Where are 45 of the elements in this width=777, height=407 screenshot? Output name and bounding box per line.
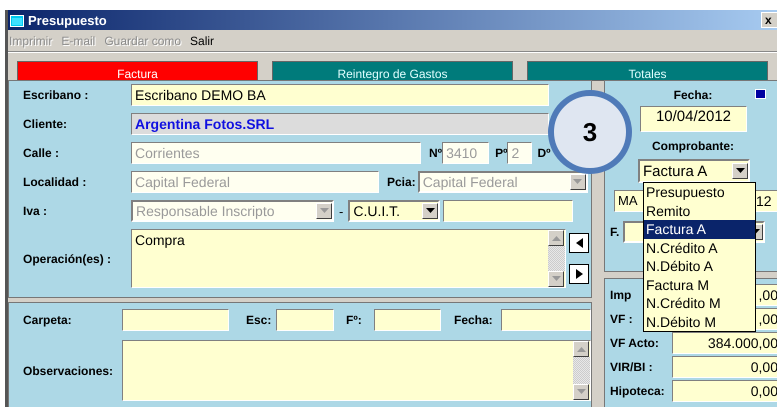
dropdown-option[interactable]: Factura M xyxy=(644,276,755,294)
field-label: Carpeta: xyxy=(23,313,73,327)
close-button[interactable]: x xyxy=(761,12,777,28)
field-label: Fecha: xyxy=(672,88,714,102)
dropdown[interactable]: Factura A xyxy=(638,159,750,183)
field-label: Calle : xyxy=(23,146,60,160)
field-label: Observaciones: xyxy=(23,364,114,378)
field-label: Escribano : xyxy=(23,88,90,102)
field-label: Operación(es) : xyxy=(23,252,112,266)
amount-field[interactable]: 384.000,00 xyxy=(672,332,777,354)
separator-text: - xyxy=(339,204,344,218)
field-label: Hipoteca: xyxy=(610,384,666,398)
tab[interactable]: Totales xyxy=(527,61,768,81)
dropdown-option[interactable]: N.Débito M xyxy=(644,312,755,331)
field-label: Dº xyxy=(537,146,551,160)
dropdown[interactable]: C.U.I.T. xyxy=(348,200,440,222)
field-label: VF Acto: xyxy=(610,336,660,350)
date-field[interactable]: 10/04/2012 xyxy=(640,106,747,132)
menu-item[interactable]: Salir xyxy=(190,34,214,48)
dropdown-option[interactable]: Remito xyxy=(644,202,755,220)
field-label: Iva : xyxy=(23,204,48,218)
field-label: Cliente: xyxy=(23,117,68,131)
amount-field[interactable]: 0,00 xyxy=(672,380,777,402)
input-field[interactable]: Argentina Fotos.SRL xyxy=(131,113,549,135)
field-label: VIR/BI : xyxy=(610,360,654,374)
dropdown-option[interactable]: N.Crédito M xyxy=(644,294,755,312)
window-title: Presupuesto xyxy=(28,12,108,28)
field-label: Imp xyxy=(610,288,632,302)
field-label: Fº: xyxy=(346,313,363,327)
tab[interactable]: Factura xyxy=(17,61,258,81)
dropdown-option[interactable]: N.Débito A xyxy=(644,257,755,276)
field-label: Pcia: xyxy=(387,175,416,189)
input-field[interactable]: Escribano DEMO BA xyxy=(131,84,549,106)
field-label: Fecha: xyxy=(454,313,494,327)
field-label: Localidad : xyxy=(23,175,88,189)
dropdown-option[interactable]: Presupuesto xyxy=(644,183,755,202)
dropdown-option[interactable]: N.Crédito A xyxy=(644,238,755,257)
field-label: Esc: xyxy=(246,313,272,327)
field-label: Comprobante: xyxy=(651,139,735,153)
field-label: F. xyxy=(610,225,620,239)
field-label: Nº xyxy=(429,146,442,160)
amount-field[interactable]: 0,00 xyxy=(672,356,777,378)
text-area[interactable]: Compra xyxy=(131,229,566,288)
field-label: Pº xyxy=(495,146,508,160)
dropdown-option[interactable]: Factura A xyxy=(644,220,755,238)
